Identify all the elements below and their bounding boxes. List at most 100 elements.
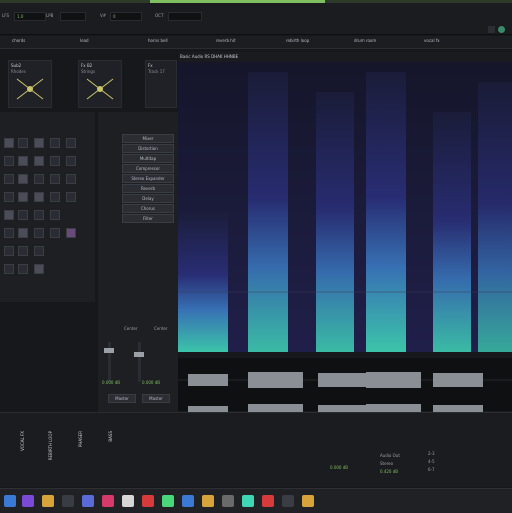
pattern-slot[interactable] — [50, 228, 60, 238]
explorer-icon[interactable] — [42, 495, 54, 507]
pattern-slot[interactable] — [66, 228, 76, 238]
pan-label: Center — [154, 326, 168, 331]
device-panel-2[interactable]: Fx B2 Strings — [78, 60, 122, 108]
mode-master-button[interactable]: Master — [142, 394, 170, 403]
pattern-slot[interactable] — [50, 210, 60, 220]
fx-chorus-button[interactable]: Chorus — [122, 204, 174, 213]
track-vocal-fx[interactable]: vocal fx — [424, 38, 440, 43]
pattern-slot[interactable] — [4, 264, 14, 274]
media-icon[interactable] — [142, 495, 154, 507]
pattern-matrix — [0, 112, 95, 302]
track-horns-bell[interactable]: horns bell — [148, 38, 168, 43]
fx-mixer-button[interactable]: Mixer — [122, 134, 174, 143]
fx-reverb-button[interactable]: Reverb — [122, 184, 174, 193]
pattern-slot[interactable] — [34, 138, 44, 148]
pattern-slot[interactable] — [34, 174, 44, 184]
device-sub: Strings — [81, 69, 96, 74]
pattern-slot[interactable] — [4, 138, 14, 148]
app-icon[interactable] — [102, 495, 114, 507]
octave-field[interactable] — [168, 12, 202, 21]
pattern-slot[interactable] — [18, 156, 28, 166]
channel-name[interactable]: BASS — [108, 431, 113, 442]
pattern-slot[interactable] — [34, 210, 44, 220]
channel-pair[interactable]: 4-5 — [428, 459, 435, 464]
vs-icon[interactable] — [22, 495, 34, 507]
discord-icon[interactable] — [82, 495, 94, 507]
pattern-slot[interactable] — [4, 246, 14, 256]
track-chords[interactable]: chords — [12, 38, 25, 43]
channel-pair[interactable]: 6-7 — [428, 467, 435, 472]
playback-region[interactable] — [150, 0, 325, 3]
pattern-slot[interactable] — [4, 156, 14, 166]
mail-icon[interactable] — [282, 495, 294, 507]
daw-icon[interactable] — [242, 495, 254, 507]
pattern-slot[interactable] — [66, 156, 76, 166]
device-panel-1[interactable]: Sub2 Rhodes — [8, 60, 52, 108]
lpb-field[interactable] — [60, 12, 86, 21]
fx-stereo-button[interactable]: Stereo Expander — [122, 174, 174, 183]
chrome-icon[interactable] — [202, 495, 214, 507]
pattern-slot[interactable] — [4, 210, 14, 220]
level-readout: 0.000 dB — [142, 380, 161, 385]
xy-pad-icon[interactable] — [15, 77, 45, 101]
pattern-slot[interactable] — [50, 192, 60, 202]
device-name: Fx B2 — [81, 63, 93, 68]
pattern-slot[interactable] — [66, 138, 76, 148]
volume-fader[interactable] — [138, 342, 141, 382]
pattern-slot[interactable] — [34, 228, 44, 238]
fader-handle[interactable] — [134, 352, 144, 357]
pattern-slot[interactable] — [66, 174, 76, 184]
pattern-slot[interactable] — [18, 210, 28, 220]
skull-icon[interactable] — [122, 495, 134, 507]
track-lead[interactable]: lead — [80, 38, 89, 43]
terminal-icon[interactable] — [62, 495, 74, 507]
track-drum-room[interactable]: drum room — [354, 38, 376, 43]
pattern-slot[interactable] — [34, 246, 44, 256]
pattern-slot[interactable] — [50, 138, 60, 148]
pattern-slot[interactable] — [18, 174, 28, 184]
fx-chain-panel: Mixer Distortion Multitap Compressor Ste… — [98, 112, 178, 412]
pattern-slot[interactable] — [4, 228, 14, 238]
pattern-slot[interactable] — [34, 264, 44, 274]
pattern-slot[interactable] — [4, 192, 14, 202]
device-panel-3[interactable]: Fx Track 17 — [145, 60, 177, 108]
channel-pair[interactable]: 2-3 — [428, 451, 435, 456]
fx-compressor-button[interactable]: Compressor — [122, 164, 174, 173]
fx-distortion-button[interactable]: Distortion — [122, 144, 174, 153]
audio-out-label: Audio Out — [380, 453, 400, 458]
pattern-slot[interactable] — [50, 156, 60, 166]
pattern-slot[interactable] — [34, 156, 44, 166]
start-icon[interactable] — [4, 495, 16, 507]
pattern-slot[interactable] — [4, 174, 14, 184]
pattern-slot[interactable] — [18, 246, 28, 256]
lfs-label: LFS — [2, 13, 9, 18]
channel-name[interactable]: REBIRTH LOOP — [48, 431, 53, 460]
settings-icon[interactable] — [488, 26, 495, 33]
pattern-slot[interactable] — [18, 228, 28, 238]
pattern-slot[interactable] — [66, 192, 76, 202]
settings-icon[interactable] — [222, 495, 234, 507]
app2-icon[interactable] — [262, 495, 274, 507]
track-rebirth-loop[interactable]: rebirth loop — [286, 38, 309, 43]
pattern-slot[interactable] — [34, 192, 44, 202]
fx-multitap-button[interactable]: Multitap — [122, 154, 174, 163]
fx-delay-button[interactable]: Delay — [122, 194, 174, 203]
lfs-field[interactable]: 1.0 — [14, 12, 46, 21]
pattern-slot[interactable] — [18, 264, 28, 274]
app3-icon[interactable] — [302, 495, 314, 507]
spectrogram-view[interactable] — [178, 52, 512, 352]
fader-handle[interactable] — [104, 348, 114, 353]
channel-name[interactable]: VOCAL FX — [20, 431, 25, 451]
track-reverb-hit[interactable]: reverb hit — [216, 38, 236, 43]
music-icon[interactable] — [162, 495, 174, 507]
status-icon[interactable] — [498, 26, 505, 33]
mode-master-button[interactable]: Master — [108, 394, 136, 403]
pattern-slot[interactable] — [18, 138, 28, 148]
steam-icon[interactable] — [182, 495, 194, 507]
pattern-slot[interactable] — [50, 174, 60, 184]
channel-name[interactable]: PHASER — [78, 431, 83, 447]
pattern-slot[interactable] — [18, 192, 28, 202]
fx-filter-button[interactable]: Filter — [122, 214, 174, 223]
xy-pad-icon[interactable] — [85, 77, 115, 101]
velocity-field[interactable]: 0 — [110, 12, 142, 21]
